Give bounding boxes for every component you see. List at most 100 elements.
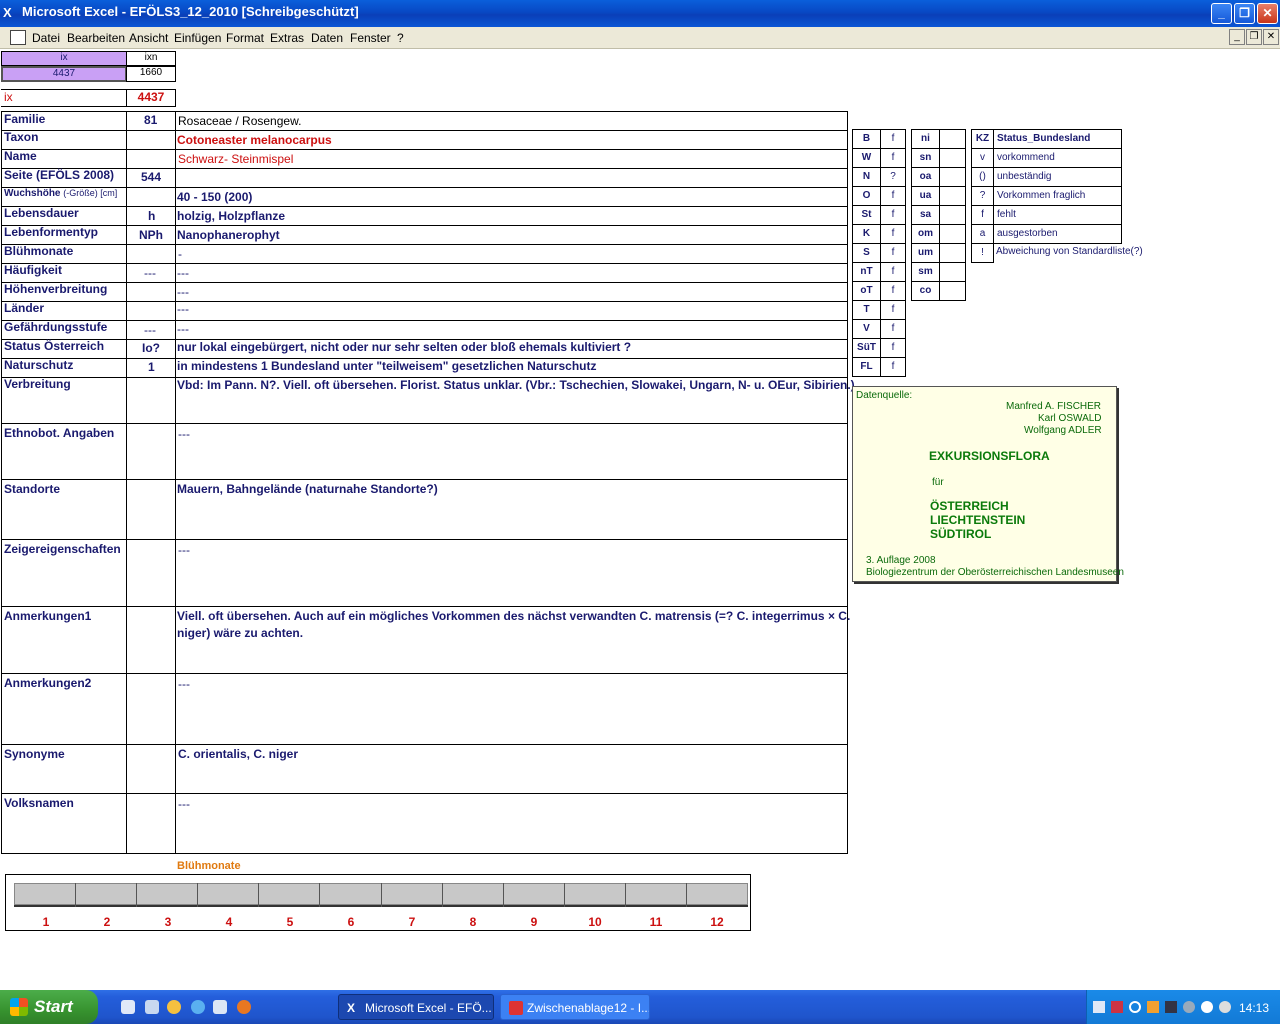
legend3-head-key-text: KZ [975,133,990,144]
legend1-val: f [880,148,906,168]
legend1-key-text: W [861,152,872,163]
value-familie[interactable]: Rosaceae / Rosengew. [178,114,301,128]
workbook-minimize-button[interactable]: _ [1229,29,1245,45]
value-gefaehrdung[interactable]: --- [177,322,189,336]
menu-einfuegen[interactable]: Einfügen [174,31,221,45]
workbook-icon[interactable] [10,30,26,45]
taskbar-clipboard[interactable]: Zwischenablage12 - I... [500,994,650,1020]
title-bar: X Microsoft Excel - EFÖLS3_12_2010 [Schr… [0,0,1280,27]
month-number: 8 [469,915,477,929]
legend3-key: a [971,224,994,244]
network-icon[interactable] [1093,1001,1105,1013]
start-button[interactable]: Start [0,990,98,1024]
menu-extras[interactable]: Extras [270,31,304,45]
value-ethnobot[interactable]: --- [178,427,190,441]
source-country-3: SÜDTIROL [930,527,992,541]
value-wuchshoehe[interactable]: 40 - 150 (200) [177,190,252,204]
value-naturschutz[interactable]: in mindestens 1 Bundesland unter "teilwe… [177,359,596,373]
legend3-key: f [971,205,994,225]
firefox-icon[interactable] [237,1000,251,1014]
value-anmerkungen1-line2[interactable]: niger) wäre zu achten. [177,626,303,640]
legend3-head-key: KZ [971,129,994,149]
ix-header-cell[interactable]: ix [1,51,127,66]
legend3-key: ? [971,186,994,206]
value-standorte[interactable]: Mauern, Bahngelände (naturnahe Standorte… [177,482,438,496]
value-hoehenverbreitung[interactable]: --- [177,285,189,299]
legend2-key-text: ua [919,190,932,201]
label-synonyme: Synonyme [4,747,65,761]
search-icon[interactable] [1129,1001,1141,1013]
ix-label-cell[interactable]: ix [1,89,127,107]
taskbar-excel[interactable]: X Microsoft Excel - EFÖ... [338,994,494,1020]
value-anmerkungen1[interactable]: Viell. oft übersehen. Auch auf ein mögli… [177,609,850,623]
shield-icon[interactable] [1165,1001,1177,1013]
source-country-2: LIECHTENSTEIN [930,513,1026,527]
legend1-val-text: f [891,342,895,353]
menu-bearbeiten[interactable]: Bearbeiten [67,31,125,45]
legend1-val: f [880,357,906,377]
tray-icon-6[interactable] [1183,1001,1195,1013]
quicklaunch-icon-3[interactable] [167,1000,181,1014]
legend1-val: f [880,186,906,206]
legend2-val [939,243,966,263]
value-lebensdauer[interactable]: holzig, Holzpflanze [177,209,285,223]
tray-icon-8[interactable] [1219,1001,1231,1013]
value-volksnamen[interactable]: --- [178,797,190,811]
ixn-header-cell[interactable]: ixn [126,51,176,66]
value-laender[interactable]: --- [177,302,189,316]
info-icon[interactable] [1201,1001,1213,1013]
legend1-key: K [852,224,881,244]
quicklaunch-icon-1[interactable] [121,1000,135,1014]
ixn-value-cell[interactable]: 1660 [126,66,176,82]
legend1-key-text: S [863,247,870,258]
worksheet[interactable]: ix ixn 4437 1660 ix 4437 Familie 81 Rosa… [0,49,1280,990]
menu-datei[interactable]: Datei [32,31,60,45]
month-number: 4 [225,915,233,929]
source-title: EXKURSIONSFLORA [929,449,1050,463]
value-lebenformentyp[interactable]: Nanophanerophyt [177,228,280,242]
legend2-val [939,224,966,244]
legend2-val [939,167,966,187]
minimize-button[interactable]: _ [1211,3,1232,24]
value-verbreitung[interactable]: Vbd: Im Pann. N?. Viell. oft übersehen. … [177,378,855,392]
value-zeigereigenschaften[interactable]: --- [178,543,190,557]
menu-ansicht[interactable]: Ansicht [129,31,168,45]
legend3-key: v [971,148,994,168]
legend2-key-text: co [919,285,932,296]
legend3-val-text: fehlt [997,209,1016,220]
legend1-key: T [852,300,881,320]
internet-explorer-icon[interactable] [191,1000,205,1014]
excel-app-icon[interactable]: X [3,5,19,21]
source-publisher: Biologiezentrum der Oberösterreichischen… [866,567,1124,578]
tray-icon-2[interactable] [1111,1001,1123,1013]
close-button[interactable]: ✕ [1257,3,1278,24]
value-taxon[interactable]: Cotoneaster melanocarpus [177,133,332,147]
value-synonyme[interactable]: C. orientalis, C. niger [178,747,298,761]
menu-fenster[interactable]: Fenster [350,31,391,45]
menu-bar: Datei Bearbeiten Ansicht Einfügen Format… [0,27,1280,49]
menu-help[interactable]: ? [397,31,404,45]
workbook-restore-button[interactable]: ❐ [1246,29,1262,45]
menu-format[interactable]: Format [226,31,264,45]
maximize-button[interactable]: ❐ [1234,3,1255,24]
code-seite: 544 [141,170,162,184]
value-anmerkungen2[interactable]: --- [178,677,190,691]
legend1-val-text: f [891,209,895,220]
legend1-val-text: f [891,266,895,277]
workbook-close-button[interactable]: ✕ [1263,29,1279,45]
value-status-oesterreich[interactable]: nur lokal eingebürgert, nicht oder nur s… [177,340,631,354]
menu-daten[interactable]: Daten [311,31,343,45]
quicklaunch-icon-2[interactable] [145,1000,159,1014]
clock[interactable]: 14:13 [1239,1001,1269,1015]
legend1-key-text: N [862,171,871,182]
label-laender: Länder [4,301,45,315]
ix-value-cell[interactable]: 4437 [1,66,127,82]
legend1-key: W [852,148,881,168]
quicklaunch-icon-5[interactable] [213,1000,227,1014]
value-name[interactable]: Schwarz- Steinmispel [178,152,293,166]
tray-icon-4[interactable] [1147,1001,1159,1013]
value-bluehmonate[interactable]: - [178,247,182,261]
value-haeufigkeit[interactable]: --- [177,266,189,280]
ix-big-cell[interactable]: 4437 [126,89,176,107]
label-lebenformentyp: Lebenformentyp [4,225,99,239]
